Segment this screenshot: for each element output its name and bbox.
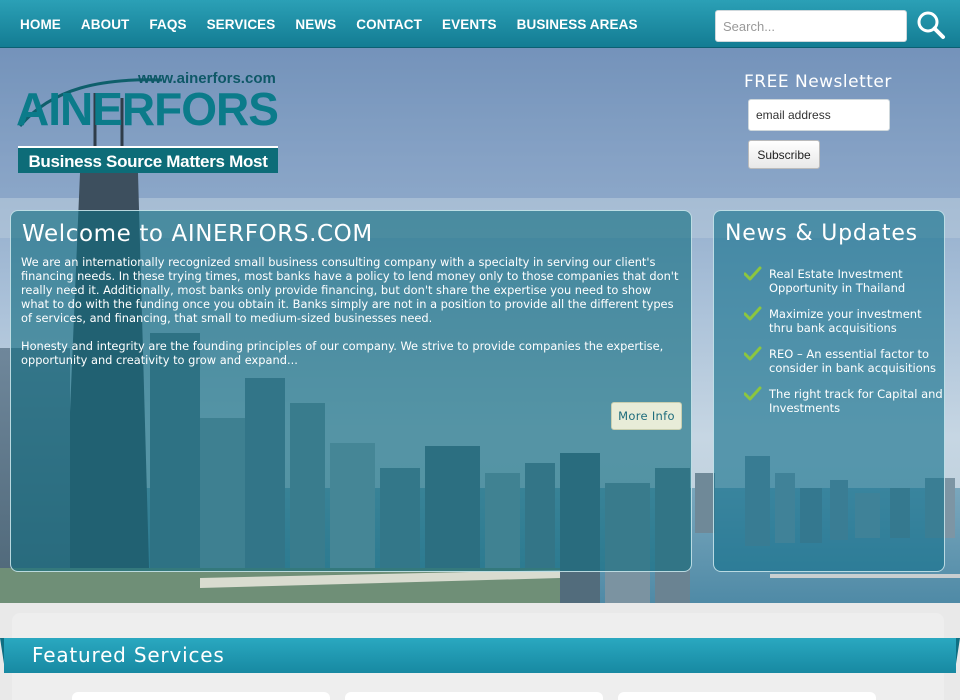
- site-logo[interactable]: www.ainerfors.com AINERFORS Business Sou…: [12, 68, 280, 178]
- subscribe-button[interactable]: Subscribe: [748, 140, 820, 169]
- logo-name: AINERFORS: [16, 83, 279, 135]
- news-item[interactable]: The right track for Capital and Investme…: [744, 386, 944, 415]
- nav-about[interactable]: ABOUT: [81, 17, 130, 32]
- newsletter-title: FREE Newsletter: [744, 72, 892, 92]
- news-title: News & Updates: [725, 221, 918, 246]
- search-input[interactable]: [715, 10, 907, 42]
- search-button[interactable]: [915, 9, 947, 41]
- nav-events[interactable]: EVENTS: [442, 17, 497, 32]
- nav-business-areas[interactable]: BUSINESS AREAS: [517, 17, 638, 32]
- more-info-button[interactable]: More Info: [611, 402, 682, 430]
- news-panel: News & Updates Real Estate Investment Op…: [713, 210, 945, 572]
- welcome-paragraph-1: We are an internationally recognized sma…: [21, 255, 679, 325]
- news-item[interactable]: Real Estate Investment Opportunity in Th…: [744, 266, 944, 295]
- newsletter-email-input[interactable]: [748, 99, 890, 131]
- featured-title: Featured Services: [32, 643, 225, 667]
- nav-menu: HOME ABOUT FAQS SERVICES NEWS CONTACT EV…: [20, 0, 658, 48]
- welcome-paragraph-2: Honesty and integrity are the founding p…: [21, 339, 664, 367]
- welcome-text: We are an internationally recognized sma…: [21, 255, 681, 381]
- news-list: Real Estate Investment Opportunity in Th…: [744, 266, 944, 427]
- checkmark-icon: [744, 346, 762, 361]
- news-item[interactable]: Maximize your investment thru bank acqui…: [744, 306, 944, 335]
- logo-tagline: Business Source Matters Most: [18, 146, 278, 173]
- checkmark-icon: [744, 386, 762, 401]
- checkmark-icon: [744, 266, 762, 281]
- welcome-panel: Welcome to AINERFORS.COM We are an inter…: [10, 210, 692, 572]
- news-item-label: The right track for Capital and Investme…: [769, 387, 943, 415]
- nav-news[interactable]: NEWS: [295, 17, 336, 32]
- featured-card: [345, 692, 603, 700]
- top-navigation-bar: HOME ABOUT FAQS SERVICES NEWS CONTACT EV…: [0, 0, 960, 48]
- news-item-label: Maximize your investment thru bank acqui…: [769, 307, 922, 335]
- news-item-label: REO – An essential factor to consider in…: [769, 347, 937, 375]
- featured-card: [618, 692, 876, 700]
- search-icon: [917, 11, 945, 39]
- ribbon-bar: Featured Services: [4, 638, 956, 673]
- nav-home[interactable]: HOME: [20, 17, 61, 32]
- welcome-title: Welcome to AINERFORS.COM: [22, 221, 373, 247]
- news-item-label: Real Estate Investment Opportunity in Th…: [769, 267, 906, 295]
- hero-banner: www.ainerfors.com AINERFORS Business Sou…: [0, 48, 960, 603]
- nav-faqs[interactable]: FAQS: [149, 17, 186, 32]
- featured-card: [72, 692, 330, 700]
- nav-contact[interactable]: CONTACT: [356, 17, 422, 32]
- nav-services[interactable]: SERVICES: [207, 17, 276, 32]
- featured-ribbon: Featured Services: [0, 638, 960, 673]
- news-item[interactable]: REO – An essential factor to consider in…: [744, 346, 944, 375]
- checkmark-icon: [744, 306, 762, 321]
